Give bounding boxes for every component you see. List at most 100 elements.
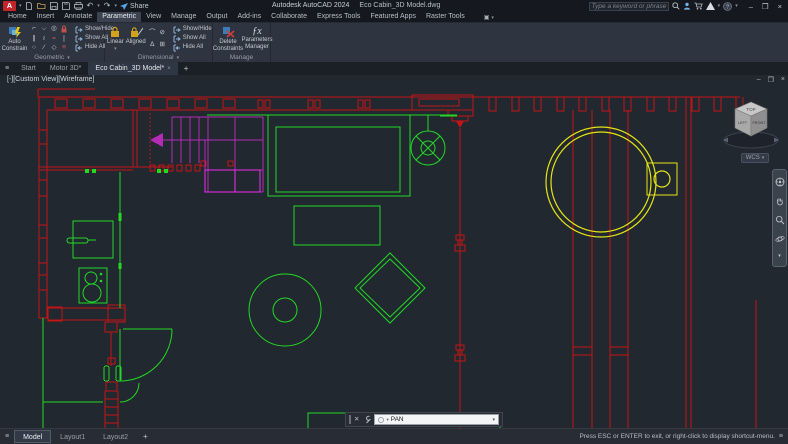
undo-icon[interactable]: ↶ <box>87 2 94 10</box>
command-dropdown-icon[interactable]: ▾ <box>492 417 495 423</box>
doc-tab-menu-icon[interactable]: ≡ <box>0 62 14 75</box>
horizontal-constraint-icon[interactable]: ≡ <box>59 43 69 53</box>
sign-in-user-icon[interactable] <box>683 2 691 10</box>
collinear-constraint-icon[interactable]: ⁄ <box>39 43 49 53</box>
doc-tab-close-icon[interactable]: × <box>167 66 171 72</box>
command-customize-wrench-icon[interactable] <box>362 415 371 424</box>
stove-outline[interactable] <box>79 268 107 303</box>
dim-show-all-button[interactable]: Show All <box>173 35 212 43</box>
save-as-icon[interactable] <box>62 2 70 10</box>
new-drawing-button[interactable]: + <box>178 62 195 75</box>
parallel-constraint-icon[interactable]: ∥ <box>29 34 39 44</box>
layout2-tab[interactable]: Layout2 <box>94 430 137 443</box>
drawing-minimize-button[interactable]: – <box>757 76 761 84</box>
open-folder-icon[interactable] <box>37 2 46 10</box>
tab-manage[interactable]: Manage <box>166 12 201 22</box>
diamond-chair[interactable] <box>355 253 425 323</box>
drawing-close-button[interactable]: × <box>781 76 785 84</box>
tab-annotate[interactable]: Annotate <box>59 12 97 22</box>
doc-tab-eco-cabin[interactable]: Eco Cabin_3D Model* × <box>88 62 177 75</box>
logo-caret-icon[interactable]: ▾ <box>19 3 22 9</box>
manage-panel-label[interactable]: Manage <box>213 53 270 62</box>
drawing-canvas[interactable]: [-][Custom View][Wireframe] – ❐ × TOP LE… <box>0 75 788 428</box>
tab-collaborate[interactable]: Collaborate <box>266 12 312 22</box>
door-leaf[interactable] <box>120 329 172 381</box>
command-grip-handle[interactable] <box>349 415 351 424</box>
radial-constraint-icon[interactable]: ⌒ <box>148 27 157 38</box>
pan-hand-icon[interactable] <box>775 196 785 206</box>
delete-constraints-button[interactable]: Delete Constraints <box>215 24 241 53</box>
search-icon[interactable] <box>672 2 680 10</box>
tab-raster-tools[interactable]: Raster Tools <box>421 12 470 22</box>
diameter-constraint-icon[interactable]: ⊘ <box>158 27 167 38</box>
dim-show-hide-button[interactable]: Show/Hide <box>173 26 212 34</box>
table-outline[interactable] <box>294 206 380 245</box>
viewport-controls-label[interactable]: [-][Custom View][Wireframe] <box>7 76 94 83</box>
perpendicular-constraint-icon[interactable]: ⌐ <box>29 24 39 34</box>
tangent-constraint-icon[interactable]: ⌵ <box>39 24 49 34</box>
zoom-icon[interactable] <box>775 215 785 225</box>
command-history-icon[interactable] <box>378 417 384 423</box>
tab-express-tools[interactable]: Express Tools <box>312 12 365 22</box>
layout1-tab[interactable]: Layout1 <box>51 430 94 443</box>
tab-add-ins[interactable]: Add-ins <box>232 12 266 22</box>
help-caret-icon[interactable]: ▾ <box>735 3 738 9</box>
orbit-icon[interactable] <box>775 234 785 244</box>
redo-icon[interactable]: ↷ <box>104 2 111 10</box>
tab-view[interactable]: View <box>141 12 166 22</box>
convert-constraint-icon[interactable]: ⊞ <box>158 39 167 50</box>
door-swing-arc[interactable] <box>120 329 172 381</box>
equal-constraint-icon[interactable]: = <box>49 34 59 44</box>
navigation-bar[interactable]: ▾ <box>772 169 787 267</box>
hot-tub-yellow[interactable] <box>546 127 677 237</box>
new-layout-button[interactable]: + <box>137 432 154 441</box>
coincident-constraint-icon[interactable]: ○ <box>29 43 39 53</box>
drawing-restore-button[interactable]: ❐ <box>768 76 774 84</box>
ribbon-display-toggle[interactable]: ▣▾ <box>484 14 494 22</box>
viewcube-top-face[interactable]: TOP <box>746 107 755 112</box>
undo-caret-icon[interactable]: ▾ <box>97 3 100 9</box>
viewcube-front-face[interactable]: FRONT <box>752 121 766 125</box>
command-line-bar[interactable]: ✕ ▾ PAN ▾ <box>345 412 503 427</box>
viewcube-left-face[interactable]: LEFT <box>738 121 748 125</box>
layout-menu-icon[interactable]: ≡ <box>0 433 14 440</box>
plot-printer-icon[interactable] <box>74 2 83 10</box>
doc-tab-start[interactable]: Start <box>14 62 43 75</box>
linear-constraint-button[interactable]: Linear ▾ <box>107 24 124 53</box>
tab-output[interactable]: Output <box>201 12 232 22</box>
command-input[interactable]: ▾ PAN ▾ <box>374 414 499 425</box>
app-store-cart-icon[interactable] <box>694 2 703 10</box>
smooth-constraint-icon[interactable]: ≀ <box>39 34 49 44</box>
new-file-icon[interactable] <box>25 2 33 10</box>
autodesk-account-icon[interactable] <box>706 2 715 10</box>
tab-insert[interactable]: Insert <box>32 12 60 22</box>
share-button[interactable]: Share <box>120 3 149 10</box>
staircase-magenta[interactable] <box>150 117 263 192</box>
dimensional-panel-label[interactable]: Dimensional ▾ <box>105 53 212 62</box>
save-icon[interactable] <box>50 2 58 10</box>
geometric-panel-label[interactable]: Geometric ▾ <box>0 53 104 62</box>
restore-button[interactable]: ❐ <box>762 2 769 11</box>
tab-featured-apps[interactable]: Featured Apps <box>365 12 421 22</box>
round-rug[interactable] <box>249 274 321 346</box>
fix-constraint-icon[interactable] <box>59 24 69 34</box>
status-customize-icon[interactable]: ≡ <box>779 433 788 440</box>
navbar-more-caret-icon[interactable]: ▾ <box>778 253 781 259</box>
green-furniture[interactable] <box>43 115 500 428</box>
navigation-wheel-icon[interactable] <box>775 177 785 187</box>
parameters-manager-button[interactable]: ƒx Parameters Manager <box>243 24 271 53</box>
search-input[interactable]: Type a keyword or phrase <box>589 2 669 11</box>
red-walls[interactable] <box>38 89 756 428</box>
tab-home[interactable]: Home <box>3 12 32 22</box>
doc-tab-motor3d[interactable]: Motor 3D* <box>43 62 89 75</box>
account-caret-icon[interactable]: ▾ <box>718 3 721 9</box>
wcs-dropdown[interactable]: WCS ▾ <box>741 153 769 163</box>
redo-caret-icon[interactable]: ▾ <box>114 3 117 9</box>
floor-plan-drawing[interactable] <box>0 75 788 428</box>
dim-hide-all-button[interactable]: Hide All <box>173 44 212 52</box>
tab-parametric[interactable]: Parametric <box>97 12 141 22</box>
help-icon[interactable]: ? <box>723 2 732 11</box>
close-button[interactable]: × <box>778 2 782 11</box>
minimize-button[interactable]: – <box>749 2 753 11</box>
vertical-constraint-icon[interactable]: ❘ <box>59 34 69 44</box>
